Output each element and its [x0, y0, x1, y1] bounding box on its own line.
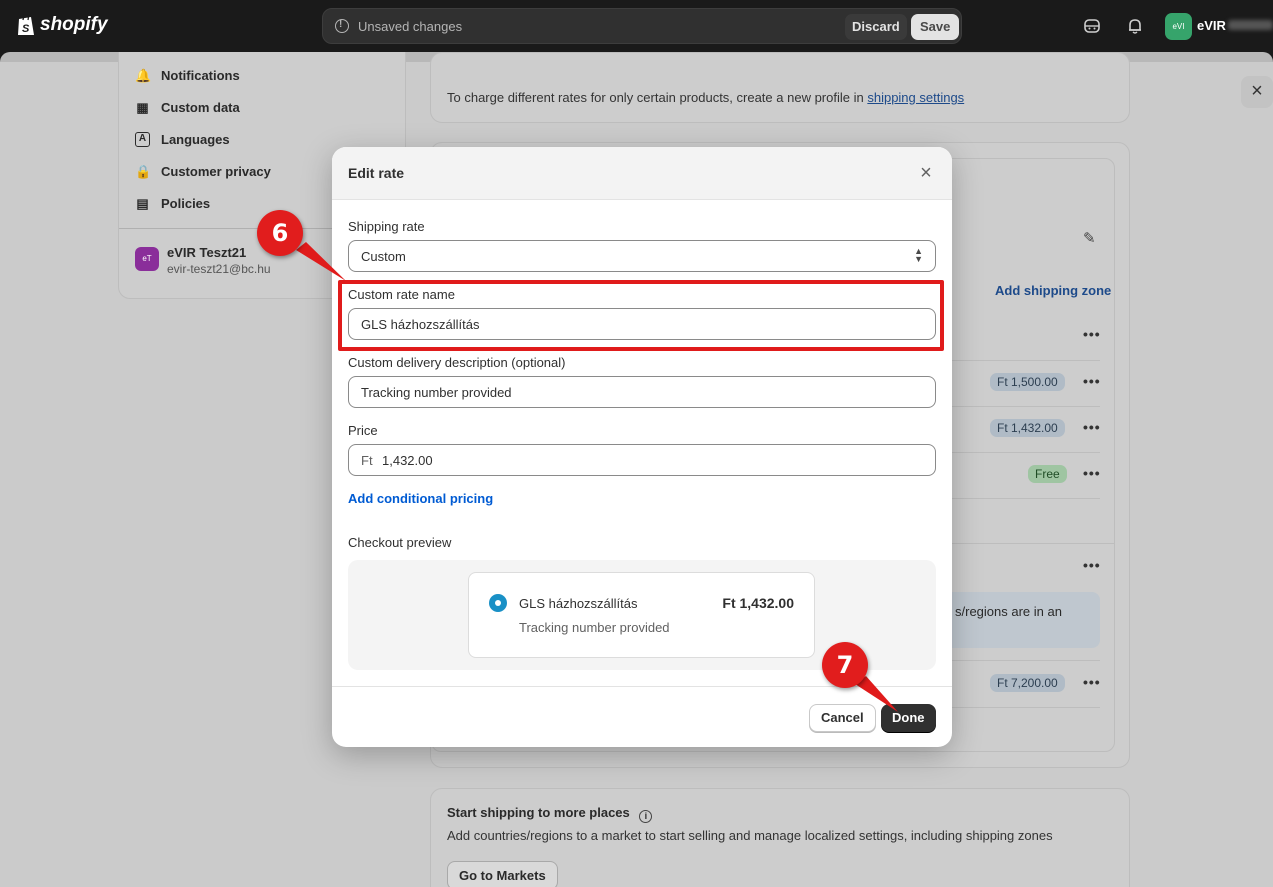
unsaved-changes-text: Unsaved changes [358, 19, 463, 34]
modal-footer: Cancel Done [332, 686, 952, 747]
checkout-preview-label: Checkout preview [348, 535, 452, 550]
preview-rate-description: Tracking number provided [519, 620, 670, 635]
free-badge: Free [1028, 465, 1067, 483]
sidebar-item-customer-privacy[interactable]: 🔒 Customer privacy [135, 164, 271, 179]
lock-icon: 🔒 [135, 164, 152, 179]
shipping-rate-value: Custom [361, 249, 406, 264]
info-icon[interactable]: i [639, 810, 653, 823]
languages-icon: A [135, 132, 150, 147]
policies-icon: ▤ [136, 196, 149, 211]
more-actions-icon[interactable]: ••• [1083, 326, 1101, 342]
sidebar-item-label: Custom data [161, 100, 240, 115]
cancel-button[interactable]: Cancel [809, 704, 876, 732]
preview-rate-card: GLS házhozszállítás Ft 1,432.00 Tracking… [468, 572, 815, 658]
sidebar-item-policies[interactable]: ▤ Policies [135, 196, 210, 211]
shopify-logo[interactable]: S shopify [16, 13, 108, 37]
more-actions-icon[interactable]: ••• [1083, 465, 1101, 481]
modal-header: Edit rate × [332, 147, 952, 200]
divider [950, 406, 1100, 407]
price-badge: Ft 7,200.00 [990, 674, 1065, 692]
edit-pencil-icon[interactable]: ✎ [1083, 229, 1096, 247]
more-actions-icon[interactable]: ••• [1083, 557, 1101, 573]
store-name[interactable]: eVIR [1197, 18, 1226, 33]
close-icon[interactable]: × [1241, 76, 1273, 108]
info-banner-text: s/regions are in an [955, 604, 1062, 619]
preview-rate-name: GLS házhozszállítás [519, 596, 638, 611]
shipping-rate-select[interactable]: Custom ▲ ▼ [348, 240, 936, 272]
shipping-settings-link[interactable]: shipping settings [867, 90, 964, 105]
step-marker-a: 6 [257, 210, 303, 256]
blurred-store-suffix [1228, 20, 1273, 30]
sidebar-item-label: Customer privacy [161, 164, 271, 179]
svg-text:S: S [22, 23, 30, 35]
preview-rate-price: Ft 1,432.00 [722, 595, 794, 611]
divider [950, 452, 1100, 453]
shipping-rate-label: Shipping rate [348, 219, 425, 234]
more-places-card: Start shipping to more places i Add coun… [430, 788, 1130, 887]
rate-name-highlight [338, 280, 944, 351]
divider [950, 660, 1100, 661]
price-badge: Ft 1,432.00 [990, 419, 1065, 437]
save-button[interactable]: Save [911, 14, 960, 40]
logo-text: shopify [40, 14, 108, 35]
currency-prefix: Ft [361, 453, 373, 468]
store-name: eVIR Teszt21 [167, 245, 247, 260]
store-avatar[interactable]: eVI [1165, 13, 1192, 40]
step-marker-b: 7 [822, 642, 868, 688]
done-button[interactable]: Done [881, 704, 936, 732]
profile-note-card: To charge different rates for only certa… [430, 52, 1130, 123]
top-bar: S shopify Unsaved changes Discard Save e… [0, 0, 1273, 52]
description-label: Custom delivery description (optional) [348, 355, 566, 370]
alert-circle-icon [335, 19, 349, 33]
sidebar-item-label: Policies [161, 196, 211, 211]
profile-note-text: To charge different rates for only certa… [447, 90, 864, 105]
divider [950, 360, 1100, 361]
unsaved-changes-bar: Unsaved changes Discard Save [322, 8, 962, 44]
bell-icon[interactable] [1126, 17, 1144, 35]
select-arrows-icon: ▲ ▼ [914, 246, 923, 264]
add-conditional-pricing-link[interactable]: Add conditional pricing [348, 491, 493, 506]
price-value: 1,432.00 [382, 453, 433, 468]
more-actions-icon[interactable]: ••• [1083, 419, 1101, 435]
modal-title: Edit rate [348, 165, 405, 181]
more-places-title-text: Start shipping to more places [447, 805, 630, 820]
go-to-markets-button[interactable]: Go to Markets [447, 861, 558, 887]
price-badge: Ft 1,500.00 [990, 373, 1065, 391]
radio-selected-icon [489, 594, 507, 612]
sidebar-item-label: Languages [161, 132, 230, 147]
bell-icon: 🔔 [135, 68, 152, 83]
shopify-bag-icon: S [18, 14, 34, 35]
store-email: evir-teszt21@bc.hu [167, 262, 271, 276]
price-input[interactable]: Ft 1,432.00 [348, 444, 936, 476]
price-label: Price [348, 423, 378, 438]
profile-note: To charge different rates for only certa… [447, 90, 964, 105]
sidebar-item-custom-data[interactable]: ▦ Custom data [135, 100, 240, 115]
sidebar-item-languages[interactable]: A Languages [135, 132, 230, 147]
description-input[interactable]: Tracking number provided [348, 376, 936, 408]
more-places-title: Start shipping to more places i [447, 805, 653, 823]
close-icon[interactable]: × [914, 161, 938, 185]
description-value: Tracking number provided [361, 385, 512, 400]
sidekick-icon[interactable] [1083, 17, 1101, 35]
sidebar-item-label: Notifications [161, 68, 240, 83]
store-avatar: eT [135, 247, 159, 271]
add-shipping-zone-link[interactable]: Add shipping zone [995, 283, 1111, 298]
more-actions-icon[interactable]: ••• [1083, 373, 1101, 389]
divider [950, 707, 1100, 708]
discard-button[interactable]: Discard [845, 14, 907, 40]
more-actions-icon[interactable]: ••• [1083, 674, 1101, 690]
custom-data-icon: ▦ [136, 100, 149, 115]
sidebar-item-notifications[interactable]: 🔔 Notifications [135, 68, 240, 83]
divider [950, 498, 1100, 499]
more-places-text: Add countries/regions to a market to sta… [447, 828, 1053, 843]
